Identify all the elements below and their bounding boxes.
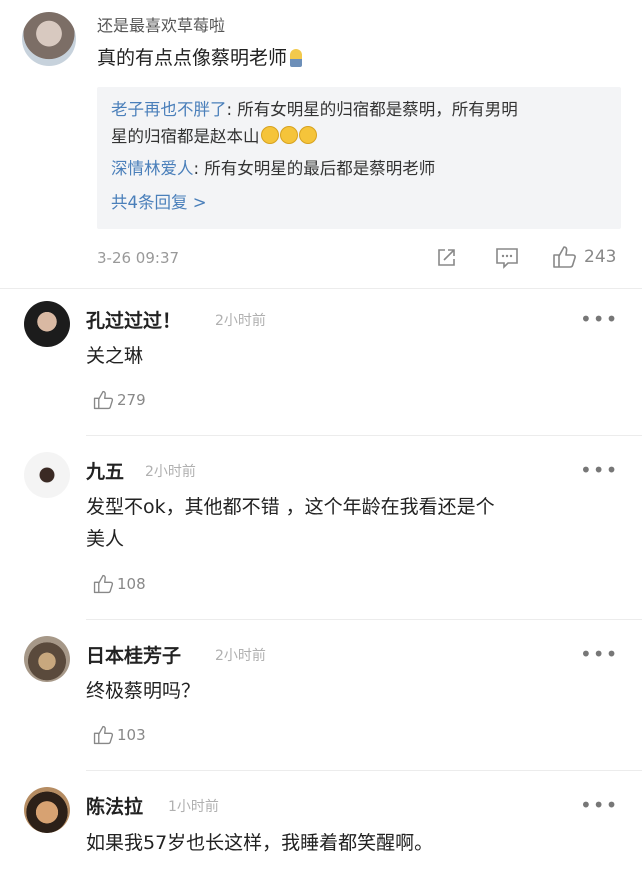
emoji-icon	[298, 126, 317, 144]
reply-text: : 所有女明星的最后都是蔡明老师	[193, 159, 436, 178]
comment-text-line: 美人	[86, 528, 125, 550]
divider	[0, 288, 642, 289]
emoji-icon	[260, 126, 279, 144]
divider	[86, 619, 642, 620]
reply-text: : 所有女明星的归宿都是蔡明，所有男明	[226, 100, 518, 119]
reply-username[interactable]: 深情林爱人	[111, 159, 194, 178]
more-options-button[interactable]: •••	[580, 460, 618, 480]
comment-username[interactable]: 孔过过过！	[86, 306, 181, 333]
reply-item: 老子再也不胖了: 所有女明星的归宿都是蔡明，所有男明 星的归宿都是赵本山	[111, 96, 611, 150]
like-icon	[93, 390, 114, 410]
comment-text: 如果我57岁也长这样，我睡着都笑醒啊。	[86, 832, 434, 854]
comment-username[interactable]: 还是最喜欢草莓啦	[97, 12, 225, 36]
comment-username[interactable]: 九五	[86, 457, 124, 484]
avatar[interactable]	[24, 301, 70, 347]
comment-text: 发型不ok，其他都不错 ，这个年龄在我看还是个 美人	[86, 491, 606, 555]
divider	[86, 770, 642, 771]
comment-time: 2小时前	[215, 648, 266, 664]
like-count: 279	[117, 391, 146, 409]
share-icon[interactable]	[434, 246, 458, 270]
reply-username[interactable]: 老子再也不胖了	[111, 100, 227, 119]
more-options-button[interactable]: •••	[580, 309, 618, 329]
comment-text-body: 真的有点点像蔡明老师	[97, 47, 288, 69]
comment-username[interactable]: 日本桂芳子	[86, 641, 181, 668]
comment-text: 关之琳	[86, 345, 144, 367]
like-button[interactable]: 103	[92, 724, 146, 746]
more-options-button[interactable]: •••	[580, 644, 618, 664]
more-options-button[interactable]: •••	[580, 795, 618, 815]
divider	[86, 435, 642, 436]
like-icon[interactable]	[551, 244, 577, 270]
like-count: 103	[117, 726, 146, 744]
like-icon	[93, 725, 114, 745]
avatar[interactable]	[24, 787, 70, 833]
comment-time: 2小时前	[145, 464, 196, 480]
more-replies-link[interactable]: 共4条回复 >	[111, 189, 207, 216]
avatar[interactable]	[22, 12, 76, 66]
comment-time: 2小时前	[215, 313, 266, 329]
like-count: 243	[584, 247, 617, 267]
comment-timestamp: 3-26 09:37	[97, 249, 180, 267]
avatar[interactable]	[24, 452, 70, 498]
avatar[interactable]	[24, 636, 70, 682]
like-icon	[93, 574, 114, 594]
comment-text: 真的有点点像蔡明老师	[97, 42, 303, 74]
like-count: 108	[117, 575, 146, 593]
comment-text-line: 发型不ok，其他都不错 ，这个年龄在我看还是个	[86, 496, 495, 518]
reply-item: 深情林爱人: 所有女明星的最后都是蔡明老师	[111, 155, 611, 182]
emoji-icon	[279, 126, 298, 144]
comment-username[interactable]: 陈法拉	[86, 792, 143, 819]
like-button[interactable]: 279	[92, 389, 146, 411]
reply-text-cont: 星的归宿都是赵本山	[111, 127, 260, 146]
comment-icon[interactable]	[494, 246, 520, 270]
comment-time: 1小时前	[168, 799, 219, 815]
emoji-icon	[290, 49, 303, 67]
reply-preview-box[interactable]: 老子再也不胖了: 所有女明星的归宿都是蔡明，所有男明 星的归宿都是赵本山 深情林…	[97, 87, 621, 229]
comment-text: 终极蔡明吗？	[86, 680, 201, 702]
like-button[interactable]: 108	[92, 573, 146, 595]
